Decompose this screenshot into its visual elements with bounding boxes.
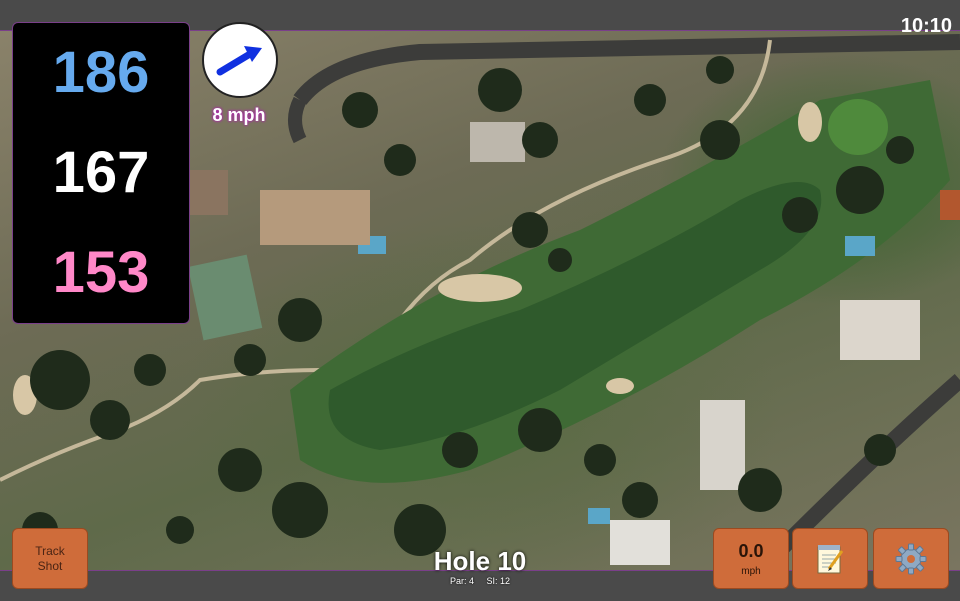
- hole-details: Par: 4 SI: 12: [380, 576, 580, 586]
- wind-direction-indicator[interactable]: [202, 22, 278, 98]
- distance-panel[interactable]: 186 167 153: [12, 22, 190, 324]
- wind-direction-arrow-icon: [216, 46, 262, 76]
- wind-speed-value: 0.0: [738, 540, 764, 561]
- wind-speed-unit: mph: [741, 565, 761, 577]
- distance-front: 153: [52, 240, 150, 305]
- wind-speed-button[interactable]: 0.0 mph: [713, 528, 789, 589]
- notepad-icon: [817, 544, 844, 573]
- gear-icon: [895, 543, 927, 574]
- notes-button[interactable]: [792, 528, 868, 589]
- settings-button[interactable]: [873, 528, 949, 589]
- track-shot-label-line1: Track: [35, 544, 65, 559]
- distance-middle: 167: [52, 140, 150, 205]
- track-shot-button[interactable]: Track Shot: [12, 528, 88, 589]
- clock-time: 10:10: [900, 15, 952, 37]
- hole-stroke-index: SI: 12: [486, 576, 511, 586]
- wind-speed-label: 8 mph: [212, 105, 266, 125]
- hole-info[interactable]: Hole 10 Par: 4 SI: 12: [380, 548, 580, 586]
- hole-title: Hole 10: [433, 546, 527, 576]
- distance-back: 186: [52, 40, 150, 105]
- hole-par: Par: 4: [449, 576, 474, 586]
- track-shot-label-line2: Shot: [37, 558, 63, 573]
